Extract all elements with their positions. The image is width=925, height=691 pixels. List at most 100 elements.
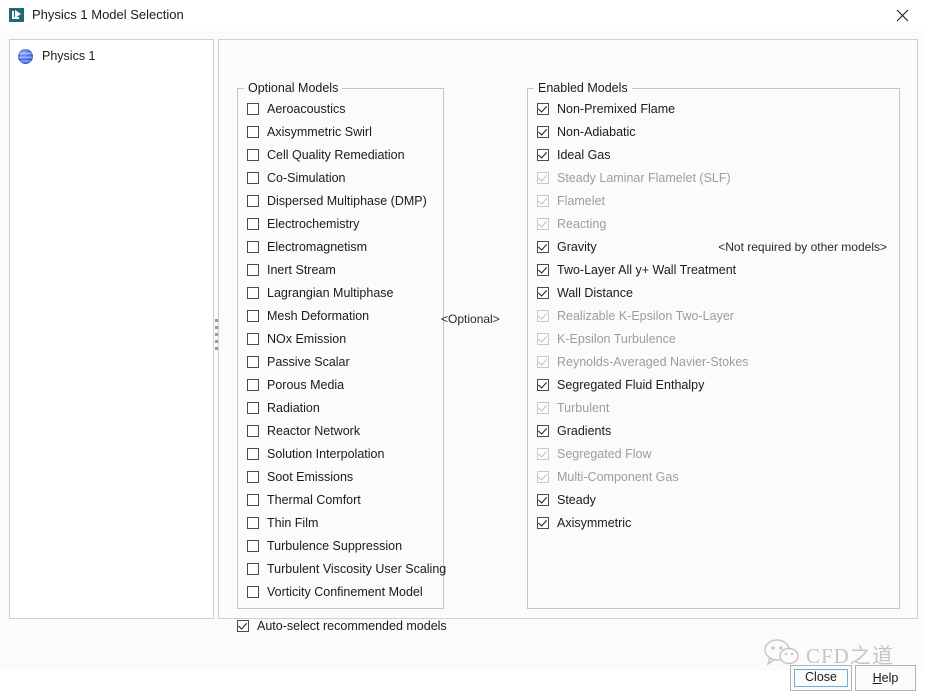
model-label: Segregated Flow (557, 446, 652, 461)
model-checkbox-row[interactable]: Aeroacoustics (247, 97, 439, 120)
model-checkbox-row[interactable]: Co-Simulation (247, 166, 439, 189)
model-checkbox-row[interactable]: Mesh Deformation (247, 304, 439, 327)
checkbox-icon[interactable] (247, 470, 259, 483)
checkbox-icon[interactable] (537, 516, 549, 529)
model-checkbox-row[interactable]: Dispersed Multiphase (DMP) (247, 189, 439, 212)
model-checkbox-row[interactable]: Steady (537, 488, 895, 511)
model-label: Lagrangian Multiphase (267, 285, 394, 300)
model-checkbox-row: Segregated Flow (537, 442, 895, 465)
model-checkbox-row[interactable]: Gravity <Not required by other models> (537, 235, 895, 258)
model-checkbox-row[interactable]: Wall Distance (537, 281, 895, 304)
model-label: Aeroacoustics (267, 101, 346, 116)
checkbox-icon[interactable] (247, 194, 259, 207)
model-label: Two-Layer All y+ Wall Treatment (557, 262, 737, 277)
title-bar: Physics 1 Model Selection (0, 0, 925, 32)
checkbox-icon[interactable] (247, 401, 259, 414)
checkbox-icon (537, 470, 549, 483)
checkbox-icon[interactable] (247, 355, 259, 368)
model-label: Realizable K-Epsilon Two-Layer (557, 308, 734, 323)
checkbox-icon[interactable] (247, 424, 259, 437)
model-checkbox-row[interactable]: Segregated Fluid Enthalpy (537, 373, 895, 396)
model-label: Non-Premixed Flame (557, 101, 676, 116)
model-checkbox-row[interactable]: Vorticity Confinement Model (247, 580, 439, 603)
checkbox-icon[interactable] (247, 217, 259, 230)
model-note: <Not required by other models> (718, 239, 887, 254)
checkbox-icon[interactable] (247, 493, 259, 506)
model-checkbox-row[interactable]: Thin Film (247, 511, 439, 534)
checkbox-icon[interactable] (247, 240, 259, 253)
wechat-icon (764, 639, 800, 667)
model-label: Solution Interpolation (267, 446, 385, 461)
model-checkbox-row: Flamelet (537, 189, 895, 212)
model-label: Wall Distance (557, 285, 633, 300)
model-checkbox-row[interactable]: Two-Layer All y+ Wall Treatment (537, 258, 895, 281)
checkbox-icon (537, 309, 549, 322)
model-checkbox-row[interactable]: Passive Scalar (247, 350, 439, 373)
model-label: Cell Quality Remediation (267, 147, 405, 162)
model-checkbox-row[interactable]: Cell Quality Remediation (247, 143, 439, 166)
model-checkbox-row[interactable]: Radiation (247, 396, 439, 419)
model-label: Steady Laminar Flamelet (SLF) (557, 170, 731, 185)
window-title: Physics 1 Model Selection (32, 7, 184, 22)
model-checkbox-row[interactable]: Soot Emissions (247, 465, 439, 488)
checkbox-icon[interactable] (247, 562, 259, 575)
checkbox-icon[interactable] (537, 424, 549, 437)
model-checkbox-row: Steady Laminar Flamelet (SLF) (537, 166, 895, 189)
model-label: Thermal Comfort (267, 492, 361, 507)
model-checkbox-row[interactable]: Non-Adiabatic (537, 120, 895, 143)
model-checkbox-row[interactable]: Solution Interpolation (247, 442, 439, 465)
checkbox-icon[interactable] (247, 378, 259, 391)
model-checkbox-row[interactable]: Inert Stream (247, 258, 439, 281)
checkbox-icon[interactable] (537, 378, 549, 391)
tree-item-physics-1[interactable]: Physics 1 (10, 45, 213, 67)
model-checkbox-row[interactable]: Non-Premixed Flame (537, 97, 895, 120)
help-button[interactable]: Help (855, 665, 916, 691)
checkbox-icon[interactable] (247, 171, 259, 184)
checkbox-icon[interactable] (537, 125, 549, 138)
optional-models-title: Optional Models (244, 81, 343, 95)
optional-models-list[interactable]: Aeroacoustics Axisymmetric Swirl Cell Qual… (247, 97, 446, 603)
model-checkbox-row[interactable]: Gradients (537, 419, 895, 442)
model-checkbox-row[interactable]: Turbulence Suppression (247, 534, 439, 557)
model-label: Ideal Gas (557, 147, 611, 162)
model-checkbox-row[interactable]: Axisymmetric Swirl (247, 120, 439, 143)
checkbox-icon (537, 332, 549, 345)
model-checkbox-row[interactable]: Thermal Comfort (247, 488, 439, 511)
checkbox-icon[interactable] (247, 585, 259, 598)
checkbox-icon[interactable] (537, 102, 549, 115)
help-button-label: Help (873, 671, 899, 685)
model-checkbox-row: Turbulent (537, 396, 895, 419)
model-checkbox-row[interactable]: Turbulent Viscosity User Scaling (247, 557, 446, 580)
checkbox-icon[interactable] (247, 447, 259, 460)
checkbox-icon[interactable] (537, 286, 549, 299)
model-checkbox-row[interactable]: Reactor Network (247, 419, 439, 442)
close-button[interactable]: Close (790, 665, 852, 691)
checkbox-icon[interactable] (537, 148, 549, 161)
checkbox-icon[interactable] (247, 102, 259, 115)
checkbox-icon[interactable] (247, 148, 259, 161)
physics-tree-panel[interactable]: Physics 1 (9, 39, 214, 619)
model-label: Axisymmetric Swirl (267, 124, 372, 139)
model-checkbox-row[interactable]: Ideal Gas (537, 143, 895, 166)
checkbox-icon (537, 355, 549, 368)
model-checkbox-row[interactable]: NOx Emission (247, 327, 439, 350)
checkbox-icon[interactable] (247, 125, 259, 138)
model-checkbox-row[interactable]: Axisymmetric (537, 511, 895, 534)
model-checkbox-row[interactable]: Lagrangian Multiphase (247, 281, 439, 304)
checkbox-icon[interactable] (247, 286, 259, 299)
checkbox-icon[interactable] (537, 240, 549, 253)
checkbox-icon[interactable] (247, 332, 259, 345)
model-label: Reynolds-Averaged Navier-Stokes (557, 354, 749, 369)
checkbox-icon[interactable] (537, 493, 549, 506)
auto-select-checkbox[interactable]: Auto-select recommended models (237, 619, 447, 633)
enabled-models-list[interactable]: Non-Premixed Flame Non-Adiabatic Ideal Gas… (537, 97, 895, 534)
model-checkbox-row[interactable]: Electromagnetism (247, 235, 439, 258)
model-checkbox-row[interactable]: Porous Media (247, 373, 439, 396)
checkbox-icon[interactable] (247, 516, 259, 529)
close-icon[interactable] (879, 0, 925, 31)
checkbox-icon[interactable] (247, 539, 259, 552)
checkbox-icon[interactable] (247, 309, 259, 322)
checkbox-icon[interactable] (247, 263, 259, 276)
model-checkbox-row[interactable]: Electrochemistry (247, 212, 439, 235)
checkbox-icon[interactable] (537, 263, 549, 276)
